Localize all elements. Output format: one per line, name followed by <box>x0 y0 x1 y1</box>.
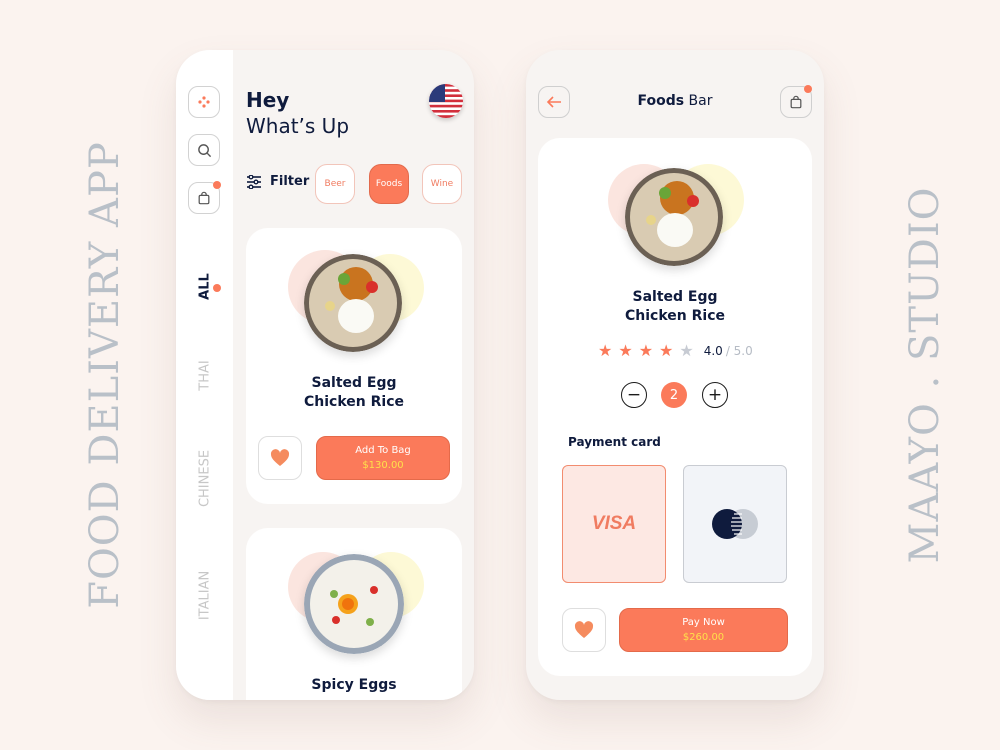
rating-max: / 5.0 <box>725 343 753 358</box>
add-to-bag-price: $130.00 <box>362 460 404 471</box>
star-icon: ★ <box>679 341 694 360</box>
visa-card-option[interactable]: VISA <box>562 465 666 583</box>
pay-now-price: $260.00 <box>682 632 725 643</box>
quantity-value: 2 <box>661 382 687 408</box>
mastercard-option[interactable] <box>683 465 787 583</box>
category-all[interactable]: ALL <box>198 272 213 302</box>
rating-value: 4.0 <box>703 343 723 358</box>
star-icon: ★ <box>598 341 613 360</box>
increase-quantity-button[interactable]: + <box>702 382 728 408</box>
chip-beer[interactable]: Beer <box>315 164 355 204</box>
heart-icon <box>574 621 594 638</box>
heart-icon <box>270 449 290 466</box>
filter-icon <box>247 174 261 189</box>
food-image <box>304 554 404 654</box>
greeting: Hey <box>246 88 290 112</box>
food-image <box>625 168 723 266</box>
left-phone-screen: ALL THAI CHINESE ITALIAN Hey What’s Up F… <box>176 50 474 700</box>
bag-icon <box>198 191 210 205</box>
visa-logo: VISA <box>591 513 637 534</box>
bag-icon <box>790 95 802 109</box>
chip-foods[interactable]: Foods <box>369 164 409 204</box>
star-icon: ★ <box>618 341 633 360</box>
food-card[interactable]: Salted Egg Chicken Rice Add To Bag $130.… <box>246 228 462 504</box>
food-name: Salted Egg Chicken Rice <box>625 289 725 324</box>
rating: ★ ★ ★ ★ ★ 4.0 / 5.0 <box>598 341 753 360</box>
active-category-dot <box>213 284 221 292</box>
favorite-button[interactable] <box>258 436 302 480</box>
payment-card-label: Payment card <box>568 435 661 449</box>
mastercard-icon <box>712 509 758 539</box>
bag-notification-dot <box>213 181 221 189</box>
food-card[interactable]: Spicy Eggs <box>246 528 462 700</box>
us-flag-icon[interactable] <box>429 84 463 118</box>
category-rail: ALL THAI CHINESE ITALIAN <box>176 50 233 700</box>
search-icon <box>197 143 211 157</box>
star-icon: ★ <box>638 341 654 360</box>
food-image <box>304 254 402 352</box>
left-side-title: FOOD DELIVERY APP <box>82 141 128 609</box>
favorite-button[interactable] <box>562 608 606 652</box>
decrease-quantity-button[interactable]: − <box>621 382 647 408</box>
add-to-bag-label: Add To Bag <box>355 445 411 456</box>
star-icon: ★ <box>659 341 674 360</box>
filter-label: Filter <box>270 174 310 189</box>
bag-notification-dot <box>804 85 812 93</box>
pay-now-label: Pay Now <box>682 617 725 628</box>
pay-now-button[interactable]: Pay Now $260.00 <box>619 608 788 652</box>
right-phone-screen: Foods Bar Salted Egg Chicken Rice ★ ★ ★ … <box>526 50 824 700</box>
category-chinese[interactable]: CHINESE <box>198 450 213 507</box>
menu-button[interactable] <box>188 86 220 118</box>
dots-icon <box>198 96 210 108</box>
food-name: Spicy Eggs <box>311 677 397 693</box>
category-thai[interactable]: THAI <box>198 360 213 390</box>
add-to-bag-button[interactable]: Add To Bag $130.00 <box>316 436 450 480</box>
greeting-subtitle: What’s Up <box>246 114 350 138</box>
right-side-title: MAAYO . STUDIO <box>902 186 948 564</box>
category-italian[interactable]: ITALIAN <box>198 571 213 620</box>
search-button[interactable] <box>188 134 220 166</box>
food-name: Salted Egg Chicken Rice <box>304 375 404 410</box>
chip-wine[interactable]: Wine <box>422 164 462 204</box>
filter-button[interactable]: Filter <box>246 174 309 189</box>
